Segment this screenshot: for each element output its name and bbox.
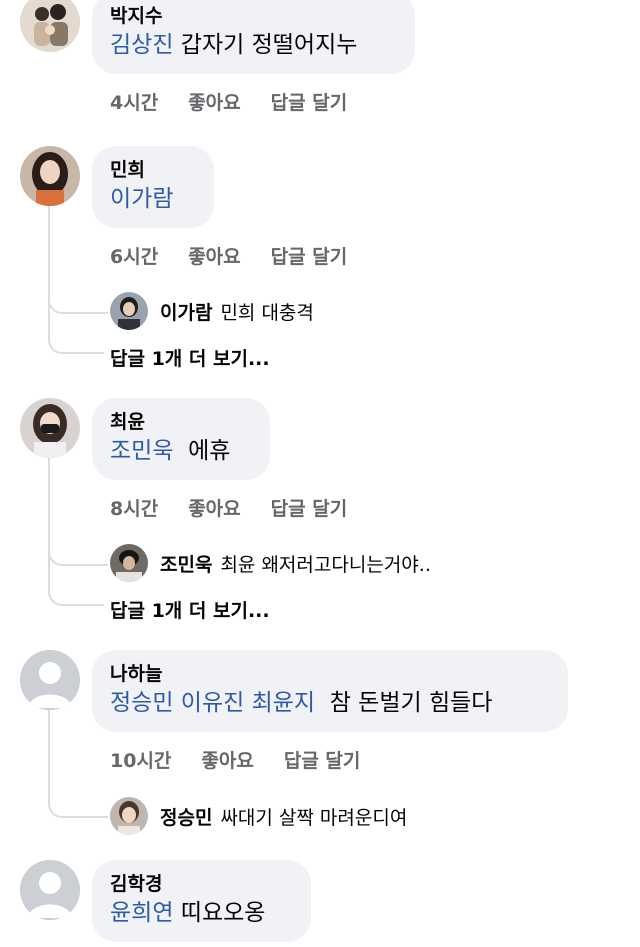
comment-text: 김상진 갑자기 정떨어지누: [110, 32, 358, 58]
reply-comment: 조민욱 최윤 왜저러고다니는거야..: [110, 544, 431, 582]
view-more-replies-button[interactable]: 답글 1개 더 보기...: [110, 596, 270, 623]
reply-button[interactable]: 답글 달기: [284, 750, 361, 772]
avatar[interactable]: [110, 544, 148, 582]
comment-author[interactable]: 최윤: [110, 410, 252, 434]
comment-author[interactable]: 민희: [110, 158, 196, 182]
comment-actions: 6시간 좋아요 답글 달기: [110, 242, 377, 269]
comment-actions: 10시간 좋아요 답글 달기: [110, 746, 390, 773]
tagged-user[interactable]: 조민욱: [110, 438, 173, 464]
avatar[interactable]: [20, 146, 80, 206]
reply-button[interactable]: 답글 달기: [271, 92, 348, 114]
like-button[interactable]: 좋아요: [188, 498, 240, 520]
comment-author[interactable]: 나하늘: [110, 662, 550, 686]
tagged-user[interactable]: 이가람: [110, 186, 173, 212]
thread-connector: [48, 710, 108, 818]
tagged-user[interactable]: 이유진: [181, 690, 244, 716]
like-button[interactable]: 좋아요: [188, 246, 240, 268]
reply-comment: 이가람 민희 대충격: [110, 292, 314, 330]
default-avatar[interactable]: [20, 860, 80, 920]
comment-time[interactable]: 10시간: [110, 750, 171, 772]
like-button[interactable]: 좋아요: [188, 92, 240, 114]
comment-time[interactable]: 6시간: [110, 246, 158, 268]
comment-bubble: 김학경 윤희연 띠요오옹: [92, 860, 311, 942]
avatar[interactable]: [20, 398, 80, 458]
comment-text: 이가람: [110, 182, 196, 216]
reply-button[interactable]: 답글 달기: [271, 498, 348, 520]
avatar[interactable]: [110, 292, 148, 330]
default-avatar[interactable]: [20, 650, 80, 710]
tagged-user[interactable]: 김상진: [110, 32, 173, 58]
comment-bubble: 나하늘 정승민 이유진 최윤지 참 돈벌기 힘들다: [92, 650, 568, 732]
comment-text: 윤희연 띠요오옹: [110, 900, 266, 926]
tagged-user[interactable]: 정승민: [110, 690, 173, 716]
reply-author[interactable]: 이가람: [160, 298, 212, 325]
comment-bubble: 박지수 김상진 갑자기 정떨어지누: [92, 0, 415, 74]
comment-author[interactable]: 김학경: [110, 872, 293, 896]
reply-text: 싸대기 살짝 마려운디여: [220, 806, 408, 829]
reply-button[interactable]: 답글 달기: [271, 246, 348, 268]
reply-author[interactable]: 정승민: [160, 803, 212, 830]
reply-author[interactable]: 조민욱: [160, 550, 212, 577]
comment-actions: 4시간 좋아요 답글 달기: [110, 88, 377, 115]
reply-text: 최윤 왜저러고다니는거야..: [220, 553, 431, 576]
comment-bubble: 최윤 조민욱 에휴: [92, 398, 270, 480]
tagged-user[interactable]: 최윤지: [252, 690, 315, 716]
comment-actions: 8시간 좋아요 답글 달기: [110, 494, 377, 521]
comment-bubble: 민희 이가람: [92, 146, 214, 228]
comment-text: 조민욱 에휴: [110, 438, 231, 464]
thread-connector: [48, 206, 104, 354]
like-button[interactable]: 좋아요: [201, 750, 253, 772]
thread-connector: [48, 458, 104, 606]
reply-text: 민희 대충격: [220, 301, 314, 324]
tagged-user[interactable]: 윤희연: [110, 900, 173, 926]
comment-text: 정승민 이유진 최윤지 참 돈벌기 힘들다: [110, 690, 493, 716]
person-silhouette-icon: [20, 650, 80, 710]
reply-comment: 정승민 싸대기 살짝 마려운디여: [110, 797, 407, 835]
avatar[interactable]: [110, 797, 148, 835]
view-more-replies-button[interactable]: 답글 1개 더 보기...: [110, 344, 270, 371]
avatar[interactable]: [20, 0, 80, 52]
comment-author[interactable]: 박지수: [110, 4, 397, 28]
comment-time[interactable]: 4시간: [110, 92, 158, 114]
person-silhouette-icon: [20, 860, 80, 920]
comment-time[interactable]: 8시간: [110, 498, 158, 520]
